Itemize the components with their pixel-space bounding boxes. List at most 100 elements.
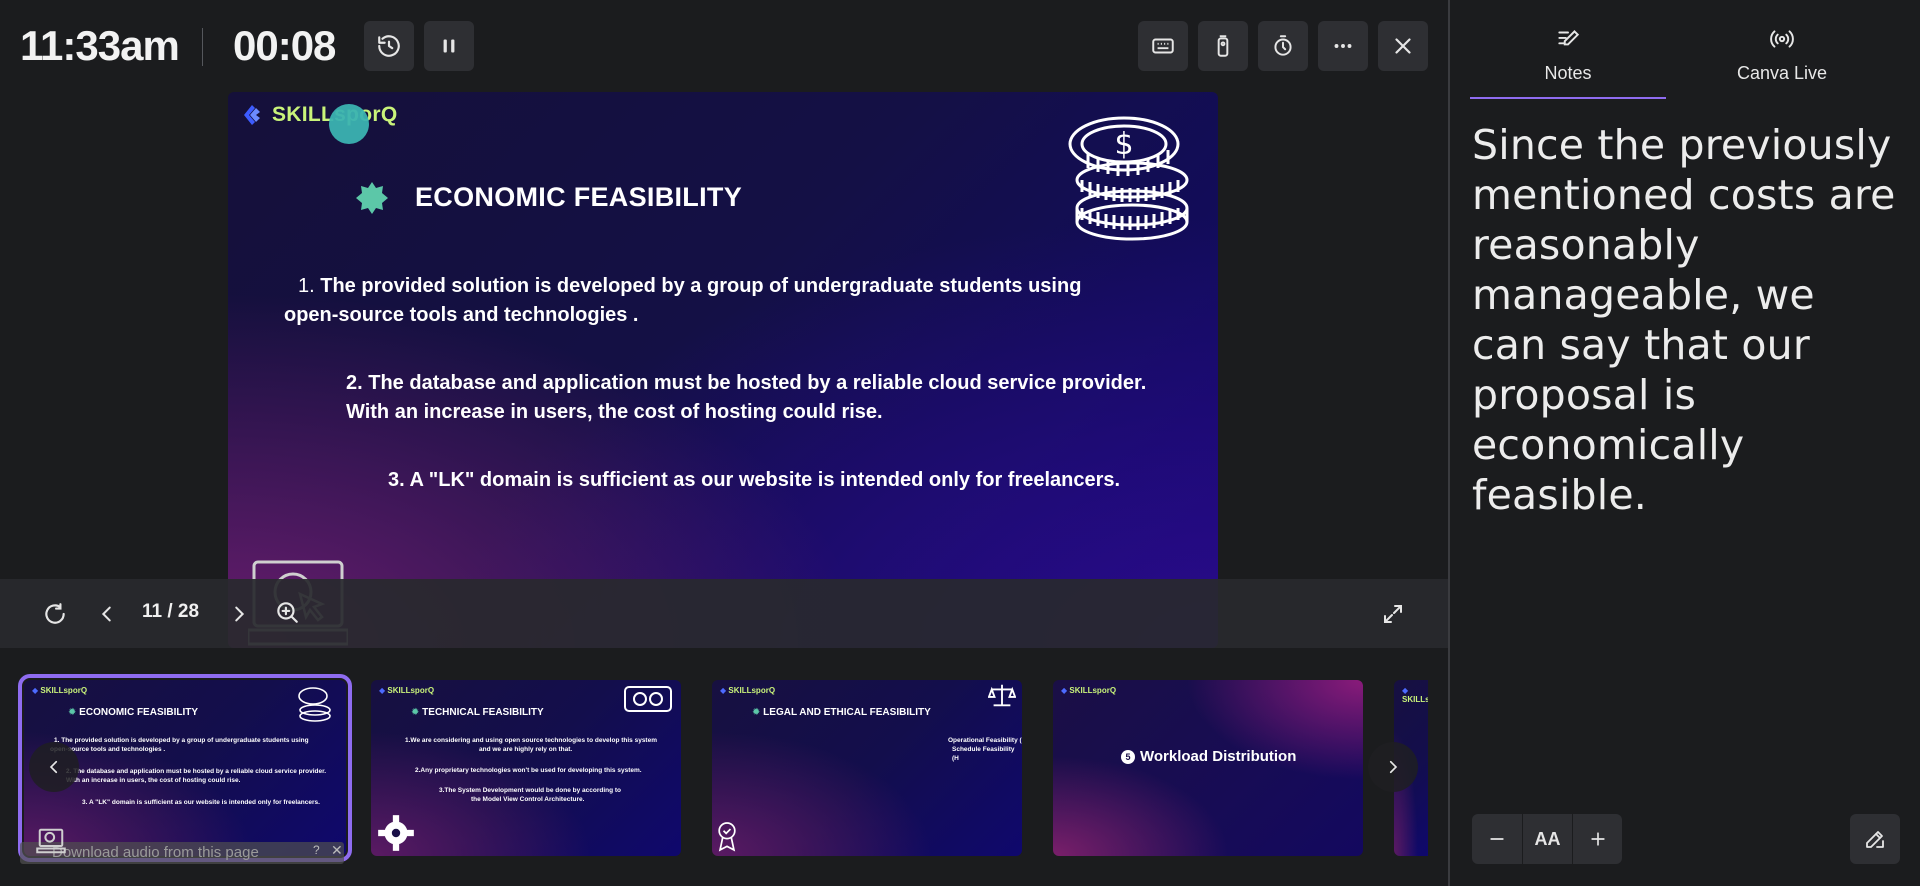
slide-point-1: 1. The provided solution is developed by… [284, 272, 1114, 330]
current-slide: SKILLsporQ ECONOMIC FEASIBILITY $ 1. [228, 92, 1218, 648]
thumb-line-4: With an increase in users, the cost of h… [66, 777, 241, 784]
zoom-in-button[interactable] [270, 595, 304, 629]
tab-notes-label: Notes [1544, 63, 1592, 83]
slide-point-2: 2. The database and application must be … [346, 369, 1176, 427]
laptop-money-icon [36, 828, 66, 854]
svg-text:$: $ [1114, 127, 1133, 162]
thumb-line-1: Operational Feasibility ( [948, 737, 1022, 744]
coins-icon [298, 687, 331, 722]
notes-panel: Notes Canva Live Since the previously me… [1448, 0, 1920, 886]
slide-logo: SKILLsporQ [238, 102, 398, 128]
restart-icon [45, 603, 65, 624]
more-icon [1334, 44, 1352, 48]
plus-icon [1590, 832, 1605, 846]
thumb-title: ECONOMIC FEASIBILITY [68, 707, 198, 718]
download-help[interactable]: ? [313, 843, 320, 857]
restart-button[interactable] [38, 597, 72, 631]
chevron-left-icon [101, 606, 111, 622]
thumbnail-slide-13[interactable]: SKILLsporQ LEGAL AND ETHICAL FEASIBILITY… [712, 680, 1022, 856]
reset-timer-button[interactable] [364, 21, 414, 71]
close-icon [1395, 38, 1411, 54]
chevron-right-icon [235, 606, 245, 622]
chevron-right-icon [1389, 760, 1398, 774]
tab-canva-live[interactable]: Canva Live [1684, 26, 1880, 84]
thumb-title: TECHNICAL FEASIBILITY [411, 707, 543, 718]
timer-icon [1274, 35, 1292, 56]
slide-point-3: 3. A "LK" domain is sufficient as our we… [388, 469, 1121, 491]
slide-controls: 11 / 28 [0, 579, 1448, 648]
edit-notes-button[interactable] [1850, 814, 1900, 864]
decrease-text-size-button[interactable] [1472, 814, 1522, 864]
logo-mark-icon [244, 105, 260, 125]
point-2-line-a: 2. The database and application must be … [346, 372, 1147, 394]
text-size-controls: AA [1472, 814, 1622, 864]
thumb-line-5: 3. A "LK" domain is sufficient as our we… [82, 799, 320, 806]
thumb-title-group: 5 Workload Distribution [1121, 748, 1296, 765]
chevron-left-icon [49, 760, 58, 774]
increase-text-size-button[interactable] [1572, 814, 1622, 864]
badge-star-icon [356, 182, 388, 214]
point-1-line-b: open-source tools and technologies . [284, 304, 639, 326]
thumb-line-3: 2.Any proprietary technologies won't be … [415, 767, 642, 774]
thumbnails-next-button[interactable] [1368, 742, 1418, 792]
thumbnail-slide-14[interactable]: SKILLsporQ 5 Workload Distribution [1053, 680, 1363, 856]
thumb-line-1: 1. The provided solution is developed by… [54, 737, 309, 744]
toolbar-divider [202, 28, 203, 66]
thumb-line-5: the Model View Control Architecture. [471, 796, 585, 803]
tab-canva-live-label: Canva Live [1736, 63, 1828, 83]
download-audio-banner[interactable]: Download audio from this page [20, 842, 344, 864]
remote-control-button[interactable] [1198, 21, 1248, 71]
thumb-logo: SKILLsporQ [720, 686, 775, 695]
thumb-line-2: and we are highly rely on that. [479, 746, 573, 753]
thumb-title: Workload Distribution [1140, 748, 1297, 765]
previous-slide-button[interactable] [90, 597, 124, 631]
active-tab-indicator [1470, 97, 1666, 99]
award-ribbon-icon [718, 822, 736, 852]
minus-icon [1490, 838, 1504, 840]
point-1-number: 1. [298, 275, 315, 297]
slide-counter: 11 / 28 [142, 601, 200, 622]
more-options-button[interactable] [1318, 21, 1368, 71]
next-slide-button[interactable] [222, 597, 256, 631]
thumbnail-slide-12[interactable]: SKILLsporQ TECHNICAL FEASIBILITY 1.We ar… [371, 680, 681, 856]
thumb-logo: SKILLsporQ [1061, 686, 1116, 695]
thumb-line-2: Schedule Feasibility (H [952, 746, 1015, 762]
timer-settings-button[interactable] [1258, 21, 1308, 71]
thumb-line-1: 1.We are considering and using open sour… [405, 737, 657, 744]
keyboard-icon [1152, 38, 1174, 54]
broadcast-icon [1770, 30, 1794, 48]
text-size-indicator: AA [1522, 814, 1572, 864]
thumb-line-3: 2. The database and application must be … [66, 768, 327, 775]
speaker-notes[interactable]: Since the previously mentioned costs are… [1472, 120, 1902, 520]
pause-timer-button[interactable] [424, 21, 474, 71]
point-2-line-b: With an increase in users, the cost of h… [346, 401, 883, 423]
history-icon [378, 35, 400, 57]
fullscreen-button[interactable] [1376, 597, 1410, 631]
slide-title: ECONOMIC FEASIBILITY [415, 182, 743, 212]
top-toolbar: 11:33am 00:08 [0, 0, 1448, 92]
pointer-highlight [329, 104, 369, 144]
zoom-in-icon [277, 602, 298, 623]
thumb-logo: SKILLsporQ [379, 686, 434, 695]
thumbnails-prev-button[interactable] [29, 742, 79, 792]
presenter-main: 11:33am 00:08 ECONOMIC FEASIBILITY $ 1. … [0, 0, 1448, 886]
close-presenter-button[interactable] [1378, 21, 1428, 71]
text-size-icon: AA [1534, 828, 1561, 849]
coins-icon: $ [1068, 116, 1189, 241]
thumb-line-4: 3.The System Development would be done b… [439, 787, 622, 794]
tab-notes[interactable]: Notes [1470, 26, 1666, 84]
gear-icon [378, 815, 414, 851]
pause-icon [443, 39, 455, 53]
download-banner-close[interactable]: ✕ [331, 842, 343, 859]
keyboard-shortcuts-button[interactable] [1138, 21, 1188, 71]
pencil-lines-icon [1558, 30, 1580, 46]
expand-icon [1384, 605, 1402, 623]
current-time: 11:33am [20, 22, 180, 69]
edit-icon [1866, 831, 1884, 848]
elapsed-timer: 00:08 [233, 22, 336, 69]
thumb-title: LEGAL AND ETHICAL FEASIBILITY [752, 707, 931, 718]
thumb-logo: SKILLs [1402, 686, 1428, 704]
presenter-view: 11:33am 00:08 ECONOMIC FEASIBILITY $ 1. … [0, 0, 1920, 886]
scales-icon [988, 684, 1016, 707]
thumbnail-strip: SKILLsporQ ECONOMIC FEASIBILITY 1. The p… [0, 660, 1448, 886]
